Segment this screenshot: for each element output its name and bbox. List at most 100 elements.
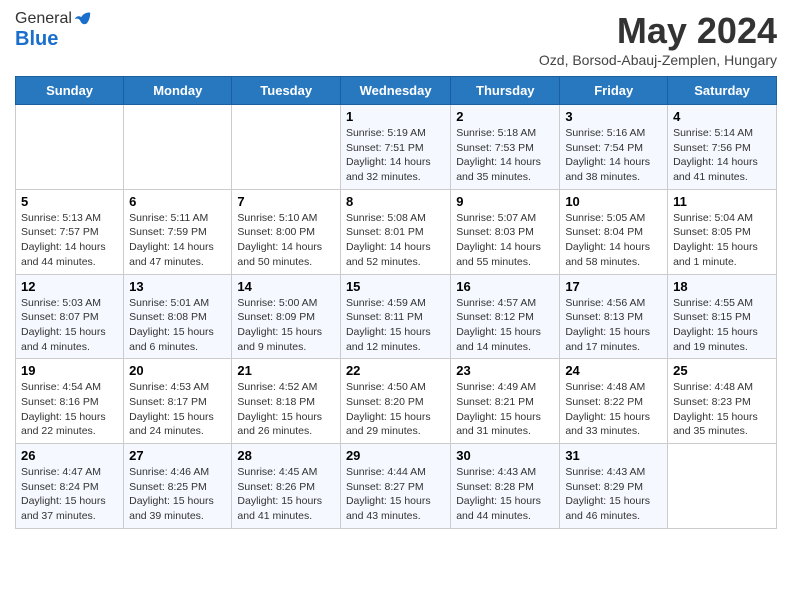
day-number: 26 — [21, 448, 118, 463]
day-info: Sunrise: 4:57 AMSunset: 8:12 PMDaylight:… — [456, 296, 554, 355]
header-day-tuesday: Tuesday — [232, 77, 341, 105]
calendar-cell — [16, 105, 124, 190]
day-number: 3 — [565, 109, 662, 124]
calendar-cell: 13 Sunrise: 5:01 AMSunset: 8:08 PMDayligh… — [124, 274, 232, 359]
day-number: 4 — [673, 109, 771, 124]
header-day-friday: Friday — [560, 77, 668, 105]
day-number: 1 — [346, 109, 445, 124]
week-row-3: 12 Sunrise: 5:03 AMSunset: 8:07 PMDayligh… — [16, 274, 777, 359]
header-day-sunday: Sunday — [16, 77, 124, 105]
calendar-cell — [232, 105, 341, 190]
day-info: Sunrise: 4:46 AMSunset: 8:25 PMDaylight:… — [129, 465, 226, 524]
day-info: Sunrise: 4:49 AMSunset: 8:21 PMDaylight:… — [456, 380, 554, 439]
calendar-cell: 19 Sunrise: 4:54 AMSunset: 8:16 PMDayligh… — [16, 359, 124, 444]
calendar-cell: 18Sunrise: 4:55 AMSunset: 8:15 PMDayligh… — [668, 274, 777, 359]
calendar-cell — [124, 105, 232, 190]
day-number: 13 — [129, 279, 226, 294]
day-info: Sunrise: 5:01 AMSunset: 8:08 PMDaylight:… — [129, 296, 226, 355]
calendar-cell: 30 Sunrise: 4:43 AMSunset: 8:28 PMDayligh… — [451, 444, 560, 529]
calendar-cell: 11Sunrise: 5:04 AMSunset: 8:05 PMDayligh… — [668, 189, 777, 274]
day-number: 10 — [565, 194, 662, 209]
day-number: 30 — [456, 448, 554, 463]
day-number: 22 — [346, 363, 445, 378]
week-row-5: 26 Sunrise: 4:47 AMSunset: 8:24 PMDayligh… — [16, 444, 777, 529]
day-info: Sunrise: 5:03 AMSunset: 8:07 PMDaylight:… — [21, 296, 118, 355]
day-info: Sunrise: 5:00 AMSunset: 8:09 PMDaylight:… — [237, 296, 335, 355]
day-number: 28 — [237, 448, 335, 463]
calendar-cell: 14 Sunrise: 5:00 AMSunset: 8:09 PMDayligh… — [232, 274, 341, 359]
calendar-cell: 22 Sunrise: 4:50 AMSunset: 8:20 PMDayligh… — [340, 359, 450, 444]
day-info: Sunrise: 4:52 AMSunset: 8:18 PMDaylight:… — [237, 380, 335, 439]
day-info: Sunrise: 4:54 AMSunset: 8:16 PMDaylight:… — [21, 380, 118, 439]
day-info: Sunrise: 5:10 AMSunset: 8:00 PMDaylight:… — [237, 211, 335, 270]
day-info: Sunrise: 5:04 AMSunset: 8:05 PMDaylight:… — [673, 211, 771, 270]
calendar-table: SundayMondayTuesdayWednesdayThursdayFrid… — [15, 76, 777, 529]
day-number: 18 — [673, 279, 771, 294]
day-info: Sunrise: 5:13 AMSunset: 7:57 PMDaylight:… — [21, 211, 118, 270]
week-row-1: 1 Sunrise: 5:19 AMSunset: 7:51 PMDaylight… — [16, 105, 777, 190]
day-info: Sunrise: 4:53 AMSunset: 8:17 PMDaylight:… — [129, 380, 226, 439]
day-info: Sunrise: 5:18 AMSunset: 7:53 PMDaylight:… — [456, 126, 554, 185]
day-number: 24 — [565, 363, 662, 378]
day-number: 8 — [346, 194, 445, 209]
calendar-cell: 29Sunrise: 4:44 AMSunset: 8:27 PMDayligh… — [340, 444, 450, 529]
calendar-cell: 24 Sunrise: 4:48 AMSunset: 8:22 PMDayligh… — [560, 359, 668, 444]
day-info: Sunrise: 4:45 AMSunset: 8:26 PMDaylight:… — [237, 465, 335, 524]
day-number: 19 — [21, 363, 118, 378]
day-number: 31 — [565, 448, 662, 463]
day-info: Sunrise: 4:43 AMSunset: 8:28 PMDaylight:… — [456, 465, 554, 524]
calendar-cell: 9 Sunrise: 5:07 AMSunset: 8:03 PMDaylight… — [451, 189, 560, 274]
header-day-wednesday: Wednesday — [340, 77, 450, 105]
calendar-cell: 17Sunrise: 4:56 AMSunset: 8:13 PMDayligh… — [560, 274, 668, 359]
day-info: Sunrise: 4:48 AMSunset: 8:23 PMDaylight:… — [673, 380, 771, 439]
location-subtitle: Ozd, Borsod-Abauj-Zemplen, Hungary — [539, 52, 777, 68]
day-number: 6 — [129, 194, 226, 209]
calendar-cell: 12 Sunrise: 5:03 AMSunset: 8:07 PMDayligh… — [16, 274, 124, 359]
page-header: General Blue May 2024 Ozd, Borsod-Abauj-… — [15, 10, 777, 68]
week-row-2: 5 Sunrise: 5:13 AMSunset: 7:57 PMDaylight… — [16, 189, 777, 274]
day-info: Sunrise: 5:19 AMSunset: 7:51 PMDaylight:… — [346, 126, 445, 185]
day-number: 9 — [456, 194, 554, 209]
calendar-cell: 6 Sunrise: 5:11 AMSunset: 7:59 PMDaylight… — [124, 189, 232, 274]
day-info: Sunrise: 4:48 AMSunset: 8:22 PMDaylight:… — [565, 380, 662, 439]
calendar-cell: 2 Sunrise: 5:18 AMSunset: 7:53 PMDaylight… — [451, 105, 560, 190]
day-info: Sunrise: 5:16 AMSunset: 7:54 PMDaylight:… — [565, 126, 662, 185]
day-number: 15 — [346, 279, 445, 294]
day-info: Sunrise: 4:43 AMSunset: 8:29 PMDaylight:… — [565, 465, 662, 524]
calendar-cell: 27 Sunrise: 4:46 AMSunset: 8:25 PMDayligh… — [124, 444, 232, 529]
day-info: Sunrise: 5:08 AMSunset: 8:01 PMDaylight:… — [346, 211, 445, 270]
logo-general-text: General — [15, 10, 72, 28]
calendar-header: SundayMondayTuesdayWednesdayThursdayFrid… — [16, 77, 777, 105]
day-info: Sunrise: 4:56 AMSunset: 8:13 PMDaylight:… — [565, 296, 662, 355]
day-info: Sunrise: 4:50 AMSunset: 8:20 PMDaylight:… — [346, 380, 445, 439]
header-day-thursday: Thursday — [451, 77, 560, 105]
calendar-cell: 23 Sunrise: 4:49 AMSunset: 8:21 PMDayligh… — [451, 359, 560, 444]
calendar-body: 1 Sunrise: 5:19 AMSunset: 7:51 PMDaylight… — [16, 105, 777, 529]
day-number: 14 — [237, 279, 335, 294]
week-row-4: 19 Sunrise: 4:54 AMSunset: 8:16 PMDayligh… — [16, 359, 777, 444]
day-info: Sunrise: 5:11 AMSunset: 7:59 PMDaylight:… — [129, 211, 226, 270]
day-number: 27 — [129, 448, 226, 463]
calendar-cell: 16 Sunrise: 4:57 AMSunset: 8:12 PMDayligh… — [451, 274, 560, 359]
day-number: 23 — [456, 363, 554, 378]
day-info: Sunrise: 4:44 AMSunset: 8:27 PMDaylight:… — [346, 465, 445, 524]
day-number: 5 — [21, 194, 118, 209]
day-info: Sunrise: 5:14 AMSunset: 7:56 PMDaylight:… — [673, 126, 771, 185]
calendar-cell: 4 Sunrise: 5:14 AMSunset: 7:56 PMDaylight… — [668, 105, 777, 190]
day-number: 16 — [456, 279, 554, 294]
calendar-cell: 5 Sunrise: 5:13 AMSunset: 7:57 PMDaylight… — [16, 189, 124, 274]
day-number: 7 — [237, 194, 335, 209]
title-section: May 2024 Ozd, Borsod-Abauj-Zemplen, Hung… — [539, 10, 777, 68]
calendar-cell: 20Sunrise: 4:53 AMSunset: 8:17 PMDayligh… — [124, 359, 232, 444]
month-title: May 2024 — [539, 10, 777, 52]
calendar-cell: 10Sunrise: 5:05 AMSunset: 8:04 PMDayligh… — [560, 189, 668, 274]
calendar-cell: 26 Sunrise: 4:47 AMSunset: 8:24 PMDayligh… — [16, 444, 124, 529]
header-day-monday: Monday — [124, 77, 232, 105]
logo: General Blue — [15, 10, 92, 51]
calendar-cell: 8 Sunrise: 5:08 AMSunset: 8:01 PMDaylight… — [340, 189, 450, 274]
logo-bird-icon — [74, 10, 92, 28]
day-info: Sunrise: 5:07 AMSunset: 8:03 PMDaylight:… — [456, 211, 554, 270]
day-info: Sunrise: 4:47 AMSunset: 8:24 PMDaylight:… — [21, 465, 118, 524]
day-number: 12 — [21, 279, 118, 294]
day-number: 2 — [456, 109, 554, 124]
